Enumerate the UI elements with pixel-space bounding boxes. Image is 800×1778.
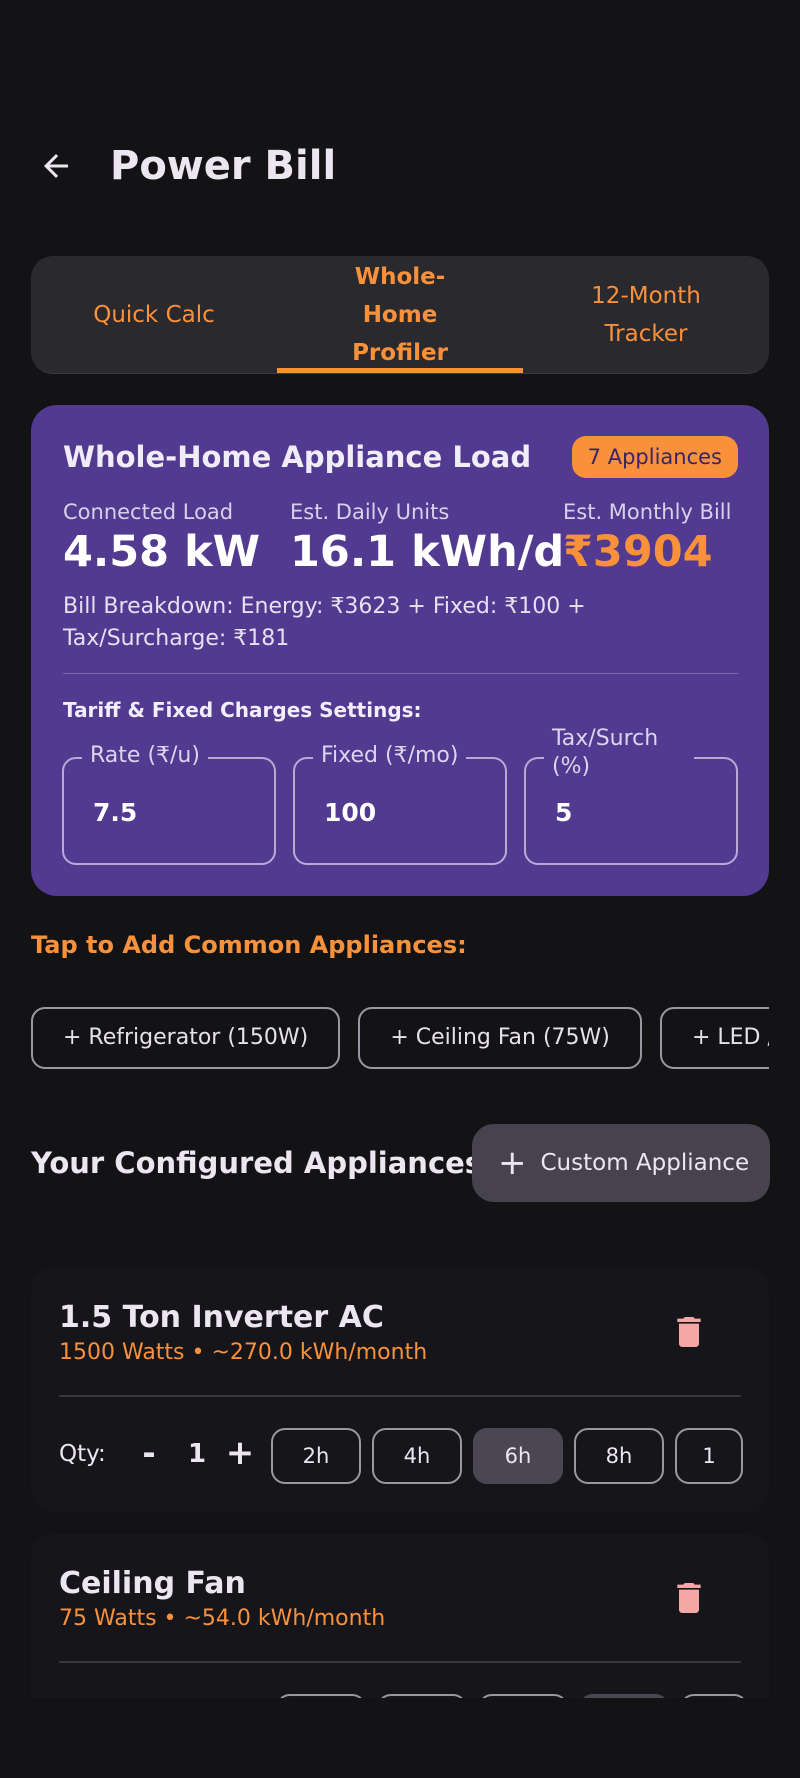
hours-chip-more[interactable]: 1	[675, 1428, 743, 1484]
delete-button[interactable]	[669, 1576, 709, 1620]
add-custom-appliance-button[interactable]: + Custom Appliance	[472, 1124, 770, 1202]
qty-label: Qty:	[59, 1441, 106, 1467]
appliance-clip: Ceiling Fan 75 Watts • ~54.0 kWh/month Q…	[0, 1500, 800, 1698]
hours-chip-more[interactable]	[680, 1694, 748, 1698]
decrease-qty-button[interactable]: -	[135, 1432, 163, 1474]
field-label: Tax/Surch (%)	[544, 725, 694, 781]
divider	[59, 1661, 741, 1663]
page-title: Power Bill	[110, 143, 337, 189]
stat-label: Est. Monthly Bill	[563, 500, 732, 524]
divider	[63, 673, 738, 674]
field-label: Rate (₹/u)	[82, 741, 208, 771]
hours-chip-6h[interactable]: 6h	[473, 1428, 563, 1484]
tax-surcharge-field[interactable]: Tax/Surch (%) 5	[524, 725, 738, 865]
stat-connected-load: Connected Load 4.58 kW	[63, 497, 260, 577]
increase-qty-button[interactable]: +	[223, 1432, 257, 1474]
button-label: Custom Appliance	[540, 1150, 750, 1176]
quick-add-heading: Tap to Add Common Appliances:	[31, 931, 467, 959]
tab-quick-calc[interactable]: Quick Calc	[31, 256, 277, 373]
hours-selector: 2h 4h 6h 8h	[276, 1694, 759, 1698]
tab-label: Whole-Home Profiler	[352, 263, 448, 366]
hours-chip-6h[interactable]: 6h	[478, 1694, 568, 1698]
hours-chip-2h[interactable]: 2h	[271, 1428, 361, 1484]
load-summary-card: Whole-Home Appliance Load 7 Appliances C…	[31, 405, 769, 896]
hours-selector: 2h 4h 6h 8h 1	[271, 1428, 754, 1484]
stat-label: Connected Load	[63, 500, 234, 524]
settings-title: Tariff & Fixed Charges Settings:	[63, 698, 422, 722]
hours-chip-2h[interactable]: 2h	[276, 1694, 366, 1698]
appliance-name: Ceiling Fan	[59, 1566, 246, 1601]
delete-button[interactable]	[669, 1310, 709, 1354]
hours-chip-4h[interactable]: 4h	[377, 1694, 467, 1698]
tab-label: 12-Month Tracker	[591, 282, 701, 347]
field-value: 5	[555, 798, 573, 827]
top-app-bar: Power Bill	[0, 120, 800, 210]
add-refrigerator-chip[interactable]: + Refrigerator (150W)	[31, 1007, 341, 1069]
arrow-left-icon	[44, 154, 68, 178]
back-button[interactable]	[30, 140, 82, 192]
add-ceiling-fan-chip[interactable]: + Ceiling Fan (75W)	[358, 1007, 642, 1069]
field-label: Fixed (₹/mo)	[313, 741, 467, 771]
qty-value: 1	[187, 1439, 207, 1469]
appliance-details: 1500 Watts • ~270.0 kWh/month	[59, 1340, 428, 1365]
fixed-charge-field[interactable]: Fixed (₹/mo) 100	[293, 741, 507, 865]
hours-chip-4h[interactable]: 4h	[372, 1428, 462, 1484]
appliance-card: 1.5 Ton Inverter AC 1500 Watts • ~270.0 …	[31, 1268, 769, 1513]
stat-monthly-bill: Est. Monthly Bill ₹3904	[563, 497, 731, 577]
configured-appliances-title: Your Configured Appliances	[31, 1146, 483, 1180]
appliance-count-badge: 7 Appliances	[571, 436, 738, 478]
plus-icon: +	[498, 1143, 527, 1183]
stat-daily-units: Est. Daily Units 16.1 kWh/d	[290, 497, 564, 577]
mode-tabs: Quick Calc Whole-Home Profiler 12-Month …	[31, 256, 769, 374]
trash-icon	[677, 1317, 701, 1347]
tab-whole-home-profiler[interactable]: Whole-Home Profiler	[277, 256, 523, 373]
field-value: 7.5	[93, 798, 138, 827]
bill-breakdown: Bill Breakdown: Energy: ₹3623 + Fixed: ₹…	[63, 594, 586, 651]
trash-icon	[677, 1583, 701, 1613]
stat-value: 16.1 kWh/d	[290, 527, 565, 577]
rate-field[interactable]: Rate (₹/u) 7.5	[62, 741, 276, 865]
appliance-name: 1.5 Ton Inverter AC	[59, 1300, 384, 1335]
add-led-chip[interactable]: + LED / T	[659, 1007, 769, 1069]
stat-value: ₹3904	[563, 527, 713, 577]
summary-title: Whole-Home Appliance Load	[63, 440, 532, 474]
app-screen: Power Bill Quick Calc Whole-Home Profile…	[0, 0, 800, 1778]
quick-add-chips: + Refrigerator (150W) + Ceiling Fan (75W…	[31, 1007, 769, 1071]
hours-chip-8h[interactable]: 8h	[579, 1694, 669, 1698]
divider	[59, 1395, 741, 1397]
stat-label: Est. Daily Units	[290, 500, 450, 524]
field-value: 100	[324, 798, 377, 827]
appliance-card: Ceiling Fan 75 Watts • ~54.0 kWh/month Q…	[31, 1534, 769, 1698]
appliance-details: 75 Watts • ~54.0 kWh/month	[59, 1606, 386, 1631]
hours-chip-8h[interactable]: 8h	[574, 1428, 664, 1484]
tab-12-month-tracker[interactable]: 12-Month Tracker	[523, 256, 769, 373]
stat-value: 4.58 kW	[63, 527, 261, 577]
